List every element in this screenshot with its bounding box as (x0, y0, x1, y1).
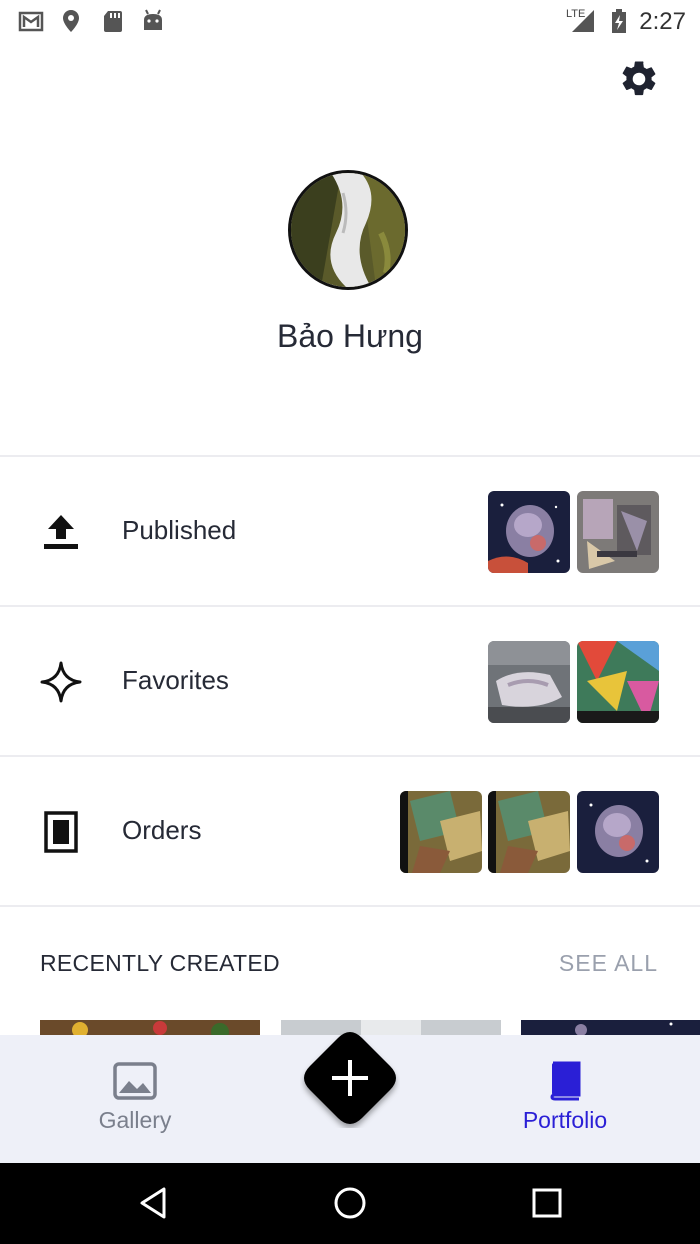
recent-item[interactable] (521, 1020, 700, 1036)
see-all-link[interactable]: SEE ALL (559, 950, 658, 977)
thumbnail[interactable] (577, 791, 659, 873)
gear-icon[interactable] (618, 58, 660, 100)
row-label: Published (122, 515, 237, 545)
sd-card-icon (104, 11, 122, 32)
row-label: Favorites (122, 665, 229, 695)
row-label: Orders (122, 815, 202, 845)
book-icon (550, 1061, 581, 1101)
upload-icon (44, 515, 78, 549)
nav-gallery[interactable]: Gallery (35, 1035, 235, 1163)
image-icon (113, 1062, 157, 1100)
sparkle-icon (40, 661, 82, 703)
clock: 2:27 (639, 8, 686, 35)
section-title-recent: RECENTLY CREATED (40, 950, 280, 976)
row-favorites[interactable]: Favorites (0, 607, 700, 755)
thumbnail[interactable] (488, 641, 570, 723)
home-icon[interactable] (330, 1183, 370, 1223)
profile-name: Bảo Hưng (277, 318, 423, 354)
thumbnail[interactable] (488, 491, 570, 573)
recent-item[interactable] (40, 1020, 260, 1036)
back-icon[interactable] (134, 1183, 174, 1223)
recents-icon[interactable] (527, 1183, 567, 1223)
thumbnail[interactable] (488, 791, 570, 873)
row-published[interactable]: Published (0, 457, 700, 605)
avatar[interactable] (288, 170, 408, 290)
location-icon (63, 10, 79, 32)
thumbnail[interactable] (577, 491, 659, 573)
status-bar: LTE 2:27 (0, 0, 700, 40)
avatar-image (291, 173, 405, 287)
frame-icon (44, 811, 78, 853)
nav-portfolio[interactable]: Portfolio (465, 1035, 665, 1163)
thumbnail[interactable] (577, 641, 659, 723)
system-navigation-bar (0, 1163, 700, 1244)
nav-portfolio-label: Portfolio (522, 1107, 608, 1133)
row-orders[interactable]: Orders (0, 757, 700, 905)
thumbnail[interactable] (400, 791, 482, 873)
nav-gallery-label: Gallery (98, 1107, 172, 1133)
android-icon (144, 9, 162, 30)
divider (0, 905, 700, 907)
create-button[interactable] (300, 1028, 400, 1128)
signal-icon (572, 10, 594, 32)
battery-charging-icon (612, 9, 626, 33)
gmail-icon (18, 11, 44, 32)
